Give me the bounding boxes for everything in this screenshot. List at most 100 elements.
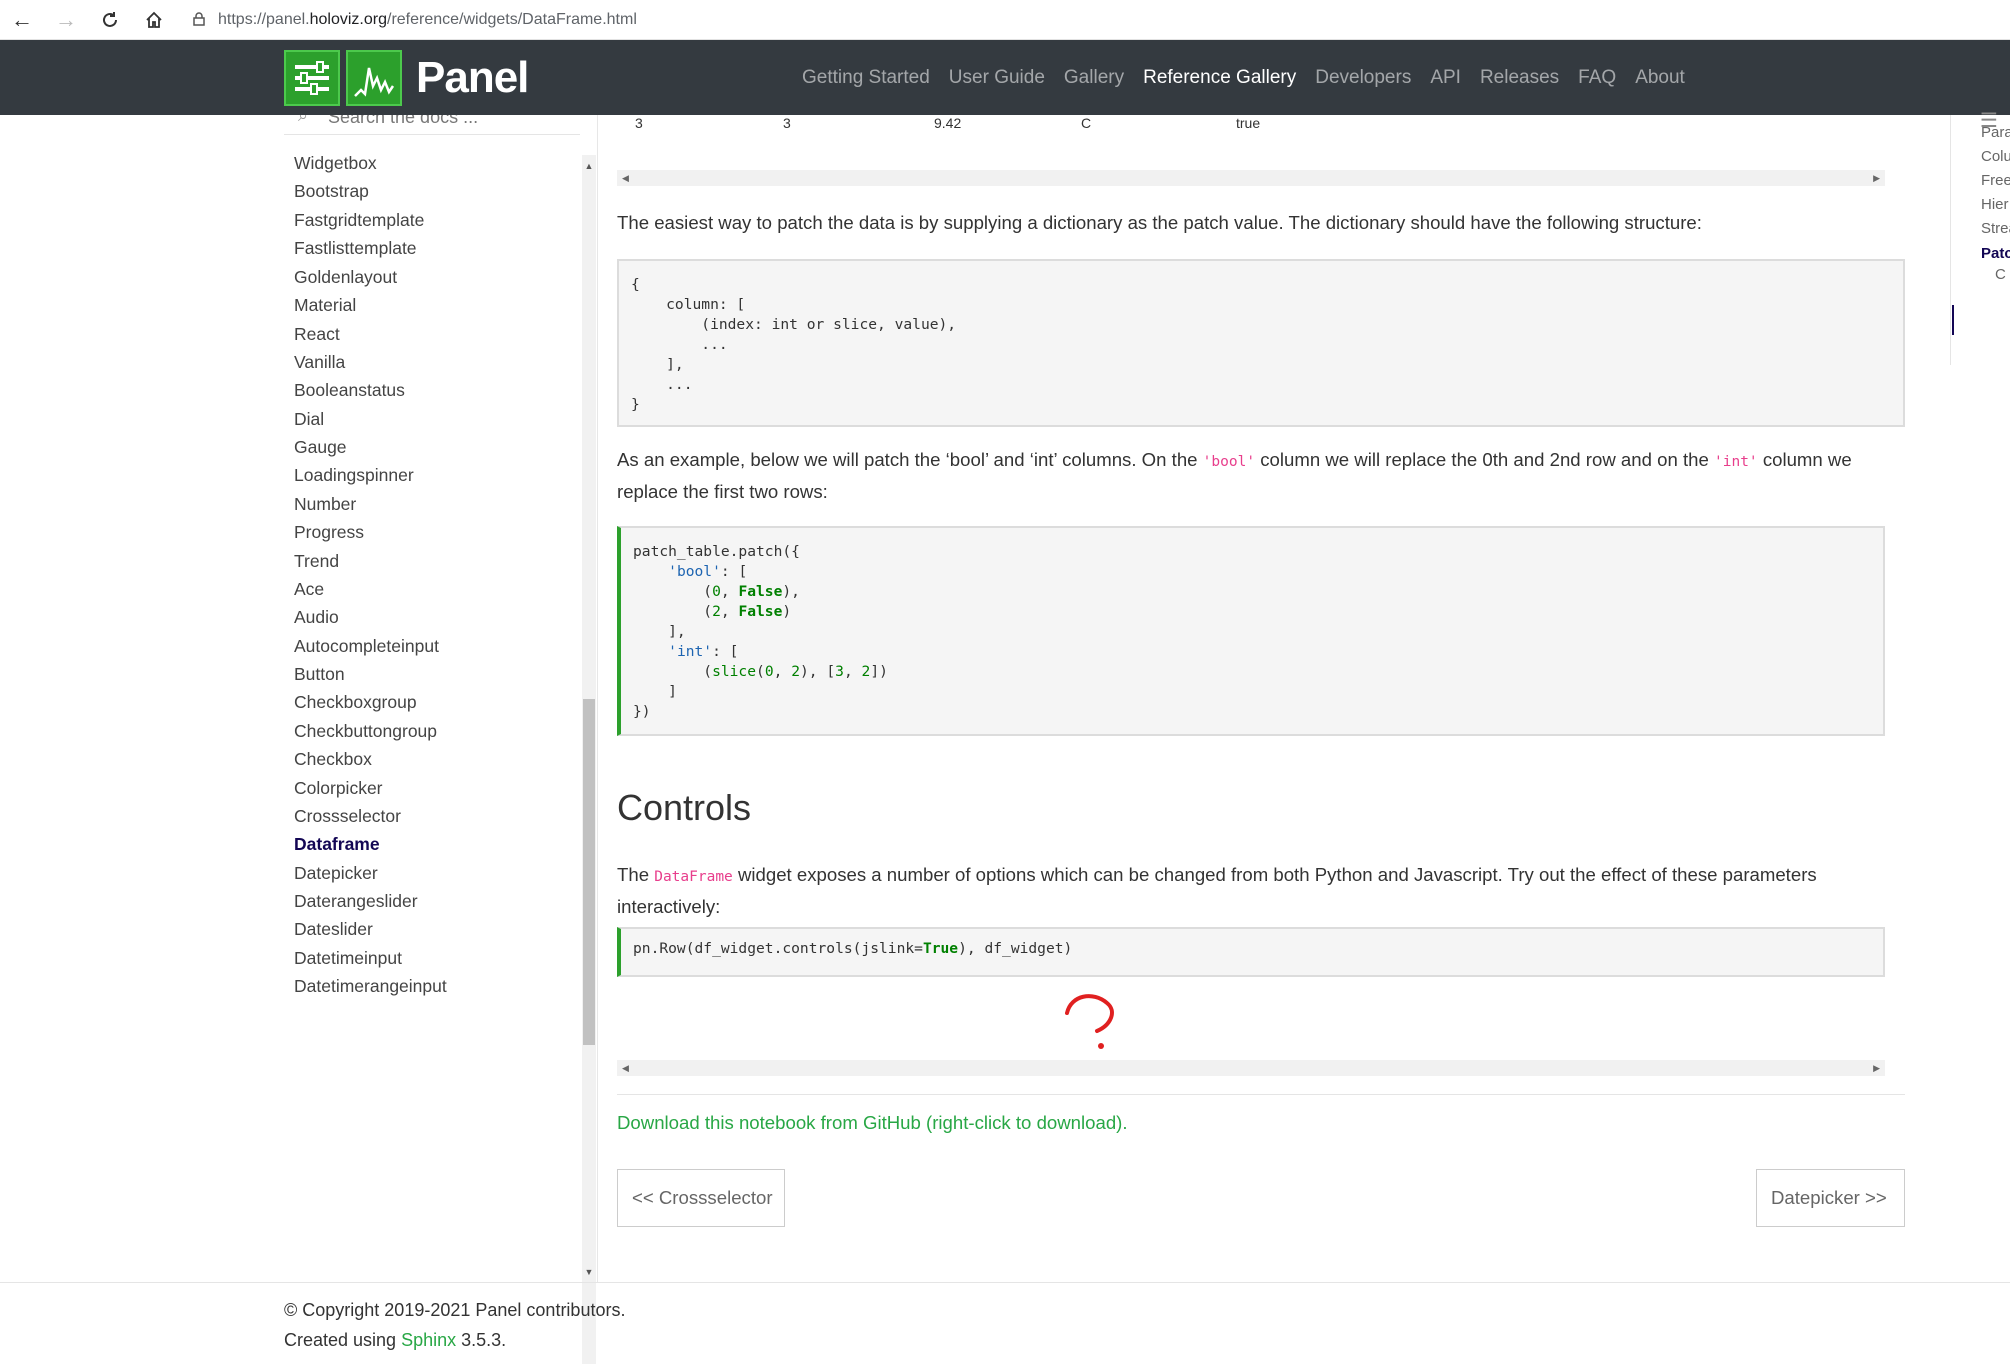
content-divider — [617, 1094, 1905, 1095]
address-bar[interactable]: https://panel.holoviz.org/reference/widg… — [186, 4, 1986, 36]
table-horizontal-scrollbar[interactable]: ◀ ▶ — [617, 170, 1885, 186]
code-block-structure: { column: [ (index: int or slice, value)… — [617, 259, 1905, 427]
sidebar-item-checkboxgroup[interactable]: Checkboxgroup — [294, 692, 417, 713]
toc-item[interactable]: Patc — [1981, 245, 2010, 262]
code-line: column: [ — [631, 296, 746, 313]
sidebar-item-vanilla[interactable]: Vanilla — [294, 352, 345, 373]
sliders-icon — [284, 50, 340, 106]
scroll-right-arrow-icon[interactable]: ▶ — [1873, 170, 1880, 186]
download-notebook-link[interactable]: Download this notebook from GitHub (righ… — [617, 1112, 1128, 1134]
code-line: ... — [631, 376, 693, 393]
paragraph-controls: The DataFrame widget exposes a number of… — [617, 864, 1817, 917]
output-horizontal-scrollbar[interactable]: ◀ ▶ — [617, 1060, 1885, 1076]
browser-toolbar: ← → https://panel.holoviz.org/reference/… — [0, 0, 2010, 40]
sidebar-item-goldenlayout[interactable]: Goldenlayout — [294, 267, 397, 288]
url-text: https://panel.holoviz.org/reference/widg… — [218, 11, 637, 28]
prev-page-button[interactable]: << Crossselector — [617, 1169, 785, 1227]
sidebar-item-ace[interactable]: Ace — [294, 579, 324, 600]
inline-code: DataFrame — [654, 869, 733, 885]
sidebar-scrollbar-thumb[interactable] — [583, 699, 595, 1045]
sidebar-item-tabs[interactable]: Tabs — [294, 143, 331, 144]
sidebar-item-bootstrap[interactable]: Bootstrap — [294, 181, 369, 202]
sidebar-item-dateslider[interactable]: Dateslider — [294, 919, 373, 940]
sidebar-item-button[interactable]: Button — [294, 664, 345, 685]
sidebar-item-fastlisttemplate[interactable]: Fastlisttemplate — [294, 238, 417, 259]
toc-item[interactable]: C — [1995, 266, 2006, 283]
toc-item[interactable]: Colu — [1981, 148, 2010, 165]
sidebar-item-daterangeslider[interactable]: Daterangeslider — [294, 891, 418, 912]
table-cell: 9.42 — [934, 115, 962, 131]
copyright-text: © Copyright 2019-2021 Panel contributors… — [284, 1300, 626, 1320]
code-line: } — [631, 396, 640, 413]
scroll-left-arrow-icon[interactable]: ◀ — [622, 170, 629, 186]
sidebar-item-checkbox[interactable]: Checkbox — [294, 749, 372, 770]
sidebar-item-widgetbox[interactable]: Widgetbox — [294, 153, 377, 174]
scroll-down-arrow-icon[interactable]: ▼ — [582, 1265, 596, 1279]
sidebar-item-datetimerangeinput[interactable]: Datetimerangeinput — [294, 976, 447, 997]
sidebar-item-dataframe[interactable]: Dataframe — [294, 834, 380, 855]
sidebar-item-datepicker[interactable]: Datepicker — [294, 863, 378, 884]
sidebar-item-audio[interactable]: Audio — [294, 607, 339, 628]
forward-arrow-icon[interactable]: → — [50, 6, 82, 34]
home-icon[interactable] — [138, 6, 170, 34]
reload-icon[interactable] — [94, 6, 126, 34]
top-navigation: Getting Started User Guide Gallery Refer… — [802, 40, 1704, 115]
table-cell: C — [1081, 115, 1092, 131]
paragraph-patch-example: As an example, below we will patch the ‘… — [617, 449, 1852, 502]
nav-developers[interactable]: Developers — [1315, 67, 1411, 89]
code-line: { — [631, 276, 640, 293]
sidebar-nav-list: Tabs Widgetbox Bootstrap Fastgridtemplate Fa… — [284, 143, 580, 1273]
sidebar-item-booleanstatus[interactable]: Booleanstatus — [294, 380, 405, 401]
page-toc: Para Colu Free Hier Strea Patc C — [1950, 112, 2010, 372]
site-header: Panel Getting Started User Guide Gallery… — [0, 40, 2010, 115]
sidebar-item-checkbuttongroup[interactable]: Checkbuttongroup — [294, 721, 437, 742]
panel-logo[interactable]: Panel — [284, 50, 529, 106]
brand-name: Panel — [416, 53, 529, 102]
sidebar-item-progress[interactable]: Progress — [294, 522, 364, 543]
search-input[interactable]: ⌕ Search the docs ... — [284, 115, 580, 135]
sidebar-item-loadingspinner[interactable]: Loadingspinner — [294, 465, 414, 486]
nav-releases[interactable]: Releases — [1480, 67, 1559, 89]
nav-faq[interactable]: FAQ — [1578, 67, 1616, 89]
toc-item[interactable]: Hier — [1981, 196, 2009, 213]
sidebar-item-number[interactable]: Number — [294, 494, 356, 515]
code-block-patch: patch_table.patch({ 'bool': [ (0, False)… — [617, 526, 1885, 736]
nav-api[interactable]: API — [1430, 67, 1461, 89]
search-icon: ⌕ — [298, 115, 309, 125]
table-cell: 3 — [783, 115, 791, 131]
inline-code: 'bool' — [1202, 454, 1256, 470]
toc-item[interactable]: Free — [1981, 172, 2010, 189]
sidebar-item-colorpicker[interactable]: Colorpicker — [294, 778, 383, 799]
sidebar-item-fastgridtemplate[interactable]: Fastgridtemplate — [294, 210, 424, 231]
sidebar-item-crossselector[interactable]: Crossselector — [294, 806, 401, 827]
sidebar-item-autocompleteinput[interactable]: Autocompleteinput — [294, 636, 439, 657]
back-arrow-icon[interactable]: ← — [6, 6, 38, 34]
toc-item[interactable]: Para — [1981, 124, 2010, 141]
sidebar-item-react[interactable]: React — [294, 324, 340, 345]
sidebar-divider — [597, 115, 598, 1282]
chart-line-icon — [346, 50, 402, 106]
nav-gallery[interactable]: Gallery — [1064, 67, 1124, 89]
nav-reference-gallery[interactable]: Reference Gallery — [1143, 67, 1296, 89]
toc-item[interactable]: Strea — [1981, 220, 2010, 237]
next-page-button[interactable]: Datepicker >> — [1756, 1169, 1905, 1227]
sidebar-item-datetimeinput[interactable]: Datetimeinput — [294, 948, 402, 969]
sphinx-link[interactable]: Sphinx — [401, 1330, 456, 1350]
scroll-left-arrow-icon[interactable]: ◀ — [622, 1060, 629, 1076]
sidebar-item-material[interactable]: Material — [294, 295, 356, 316]
inline-code: 'int' — [1714, 454, 1758, 470]
code-line: ], — [631, 356, 684, 373]
table-cell: true — [1236, 115, 1261, 131]
scroll-right-arrow-icon[interactable]: ▶ — [1873, 1060, 1880, 1076]
nav-about[interactable]: About — [1635, 67, 1685, 89]
scroll-up-arrow-icon[interactable]: ▲ — [582, 159, 596, 173]
nav-getting-started[interactable]: Getting Started — [802, 67, 930, 89]
controls-heading: Controls — [617, 787, 752, 828]
nav-user-guide[interactable]: User Guide — [949, 67, 1045, 89]
sidebar: ⌕ Search the docs ... Tabs Widgetbox Boots… — [284, 115, 598, 1364]
sidebar-item-gauge[interactable]: Gauge — [294, 437, 347, 458]
sidebar-item-dial[interactable]: Dial — [294, 409, 324, 430]
sidebar-item-trend[interactable]: Trend — [294, 551, 339, 572]
main-content: 3 3 9.42 C true ◀ ▶ The easiest way to p… — [617, 115, 1907, 1285]
table-cell: 3 — [635, 115, 643, 131]
